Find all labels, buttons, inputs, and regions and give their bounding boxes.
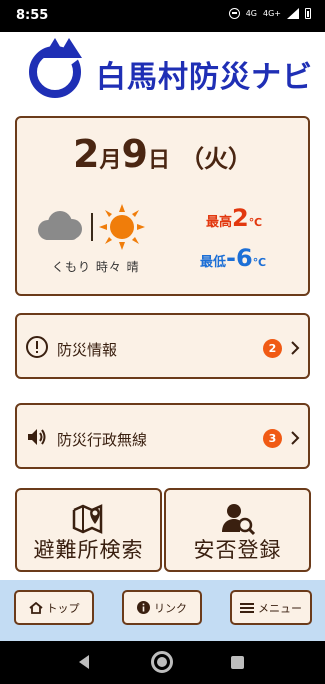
bottom-nav: トップ リンク メニュー [0, 580, 325, 641]
radio-broadcast-button[interactable]: 防災行政無線 3 [15, 403, 310, 469]
exclamation-circle-icon [26, 336, 48, 358]
network-4g-plus-label: 4G+ [263, 9, 281, 18]
temp-low: 最低-6℃ [200, 244, 266, 272]
date-display: 2月9日 （火） [17, 132, 308, 176]
hamburger-icon [240, 602, 254, 613]
shelter-search-label: 避難所検索 [33, 538, 144, 562]
nav-top-label: トップ [46, 601, 80, 615]
temp-high-caption: 最高 [206, 215, 233, 230]
app-title: 白馬村防災ナビ [96, 60, 313, 95]
system-nav-bar [0, 641, 325, 684]
temp-low-caption: 最低 [200, 255, 227, 270]
status-bar: 8:55 4G 4G+ [0, 0, 325, 32]
sun-icon [99, 204, 145, 250]
map-pin-icon [72, 504, 102, 534]
shelter-search-button[interactable]: 避難所検索 [15, 488, 162, 572]
home-circle-icon[interactable] [151, 651, 173, 673]
date-weekday: （火） [179, 145, 252, 173]
date-month: 2 [73, 132, 100, 176]
nav-menu-button[interactable]: メニュー [230, 590, 312, 625]
temp-high: 最高2℃ [206, 204, 262, 232]
battery-icon [305, 8, 311, 19]
home-icon [28, 601, 43, 614]
disaster-info-badge: 2 [263, 339, 282, 358]
nav-top-button[interactable]: トップ [14, 590, 94, 625]
nav-link-button[interactable]: リンク [122, 590, 202, 625]
disaster-info-label: 防災情報 [57, 341, 118, 359]
person-search-icon [221, 504, 255, 536]
recent-apps-icon[interactable] [231, 656, 244, 669]
app-logo-icon [29, 38, 82, 98]
temp-high-value: 2 [232, 204, 249, 232]
info-circle-icon [137, 601, 150, 614]
temp-high-unit: ℃ [248, 216, 263, 229]
cloud-icon [38, 211, 82, 240]
status-time: 8:55 [16, 8, 49, 23]
chevron-right-icon [291, 341, 300, 355]
date-day: 9 [121, 132, 148, 176]
speaker-icon [28, 429, 46, 445]
dnd-icon [228, 8, 240, 19]
status-icons: 4G 4G+ [228, 8, 311, 19]
safety-registration-button[interactable]: 安否登録 [164, 488, 311, 572]
weather-description: くもり 時々 晴 [52, 260, 140, 274]
temp-low-unit: ℃ [252, 256, 267, 269]
temp-low-value: -6 [226, 244, 253, 272]
disaster-info-button[interactable]: 防災情報 2 [15, 313, 310, 379]
nav-link-label: リンク [154, 601, 187, 615]
chevron-right-icon [291, 431, 300, 445]
signal-icon [287, 8, 299, 19]
app-header: 白馬村防災ナビ [0, 32, 325, 104]
back-icon[interactable] [79, 655, 89, 669]
date-day-unit: 日 [147, 148, 170, 173]
radio-broadcast-label: 防災行政無線 [57, 431, 148, 449]
radio-broadcast-badge: 3 [263, 429, 282, 448]
date-month-unit: 月 [99, 148, 122, 173]
safety-registration-label: 安否登録 [193, 538, 282, 562]
weather-separator [91, 213, 93, 241]
nav-menu-label: メニュー [258, 601, 302, 615]
network-4g-label: 4G [245, 9, 257, 18]
